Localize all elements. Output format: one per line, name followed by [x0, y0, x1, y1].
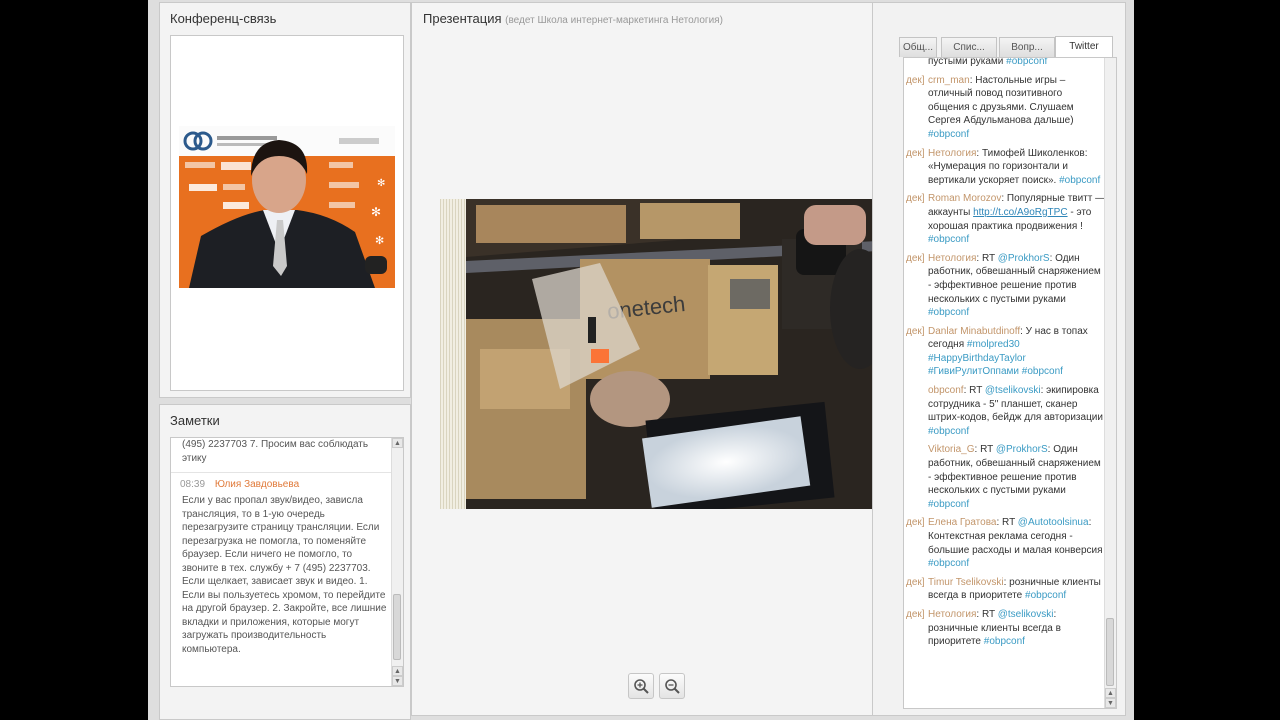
- tweet-author[interactable]: Нетология: [928, 609, 976, 620]
- zoom-out-button[interactable]: [659, 673, 685, 699]
- chat-panel: Общ... Спис... Вопр... Twitter пустыми р…: [872, 2, 1126, 716]
- tweet-text: RT: [1002, 517, 1018, 529]
- tab-twitter[interactable]: Twitter: [1055, 36, 1113, 58]
- tweet-author[interactable]: Timur Tselikovski: [928, 577, 1004, 588]
- tweet-date-fragment: дек]: [906, 325, 925, 337]
- tweet-author[interactable]: obpconf: [928, 385, 964, 396]
- tweet-mention[interactable]: @tselikovski: [998, 609, 1054, 620]
- scroll-up-arrow-icon[interactable]: ▲: [392, 438, 403, 448]
- twitter-feed[interactable]: пустыми руками #obpconf дек] crm_man: Наст…: [903, 57, 1117, 709]
- tweet-author[interactable]: Roman Morozov: [928, 193, 1001, 204]
- tweet-item: дек] Нетология: RT @tselikovski: розничны…: [904, 608, 1106, 649]
- scroll-down-arrow-icon[interactable]: ▼: [392, 676, 403, 686]
- note-entry-text: Если у вас пропал звук/видео, зависла тр…: [182, 495, 387, 655]
- scroll-down-arrow-icon[interactable]: ▼: [1105, 698, 1116, 708]
- tweet-date-fragment: дек]: [906, 252, 925, 264]
- twitter-scroll-thumb[interactable]: [1106, 618, 1114, 686]
- tweet-item: дек] Нетология: RT @ProkhorS: Один работн…: [904, 252, 1106, 320]
- tweet-hashtag[interactable]: #obpconf: [984, 636, 1025, 647]
- tweet-hashtag[interactable]: #obpconf: [1025, 590, 1066, 601]
- tweet-author[interactable]: crm_man: [928, 75, 970, 86]
- tweet-text: RT: [981, 608, 998, 620]
- tweet-item: дек] Timur Tselikovski: розничные клиенты…: [904, 576, 1106, 603]
- tweet-hashtag[interactable]: #obpconf: [928, 558, 969, 569]
- notes-scroll-thumb[interactable]: [393, 594, 401, 660]
- presentation-panel: Презентация (ведет Школа интернет-маркет…: [411, 2, 902, 716]
- tweet-item: дек] Елена Гратова: RT @Autotoolsinua: Ко…: [904, 516, 1106, 570]
- note-divider: [171, 472, 393, 473]
- tweet-item: дек] Danlar Minabutdinoff: У нас в топах …: [904, 325, 1106, 379]
- tweet-item: пустыми руками #obpconf: [904, 57, 1106, 69]
- zoom-in-icon: [634, 679, 649, 694]
- zoom-in-button[interactable]: [628, 673, 654, 699]
- notes-panel: Заметки (495) 2237703 7. Просим вас собл…: [159, 404, 411, 720]
- tweet-author[interactable]: Нетология: [928, 253, 976, 264]
- tweet-date-fragment: дек]: [906, 193, 925, 205]
- tweet-hashtag[interactable]: #obpconf: [928, 129, 969, 140]
- note-entry-header: 08:39 Юлия Завдовьева: [180, 479, 387, 490]
- tweet-mention[interactable]: @Autotoolsinua: [1018, 517, 1089, 528]
- tweet-hashtag[interactable]: #obpconf: [928, 234, 969, 245]
- tweet-author[interactable]: Viktoria_G: [928, 444, 975, 455]
- note-previous-text: (495) 2237703 7. Просим вас соблюдать эт…: [182, 439, 369, 464]
- conference-video-frame: ✻ ✻ ✻: [170, 35, 404, 391]
- notes-title: Заметки: [170, 413, 220, 428]
- tweet-text: пустыми руками: [928, 57, 1007, 67]
- tweet-hashtag[interactable]: #obpconf: [1059, 175, 1100, 186]
- tweet-author[interactable]: Нетология: [928, 148, 976, 159]
- notes-scrollbar[interactable]: ▲ ▲ ▼: [391, 438, 403, 686]
- svg-text:✻: ✻: [375, 235, 384, 247]
- scroll-up-arrow-icon[interactable]: ▲: [392, 666, 403, 676]
- presentation-heading: Презентация (ведет Школа интернет-маркет…: [423, 11, 723, 26]
- twitter-scrollbar[interactable]: ▲ ▼: [1104, 58, 1116, 708]
- tweet-mention[interactable]: @ProkhorS: [998, 253, 1050, 264]
- tweet-mention[interactable]: @ProkhorS: [996, 444, 1048, 455]
- svg-text:✻: ✻: [371, 205, 381, 219]
- tweet-text: RT: [980, 444, 996, 456]
- tweet-hashtag[interactable]: #obpconf: [928, 307, 969, 318]
- tweet-date-fragment: дек]: [906, 517, 925, 529]
- note-author: Юлия Завдовьева: [214, 479, 300, 490]
- tweet-list: пустыми руками #obpconf дек] crm_man: Наст…: [904, 57, 1106, 654]
- tweet-item: Viktoria_G: RT @ProkhorS: Один работник,…: [904, 443, 1106, 511]
- tweet-link[interactable]: http://t.co/A9oRgTPC: [973, 207, 1068, 218]
- presentation-slide[interactable]: onetech: [440, 199, 878, 509]
- zoom-out-icon: [665, 679, 680, 694]
- conference-panel: Конференц-связь ✻ ✻ ✻: [159, 2, 411, 398]
- tweet-text: RT: [969, 385, 985, 397]
- tweet-hashtag[interactable]: #obpconf: [928, 426, 969, 437]
- webcam-video[interactable]: ✻ ✻ ✻: [179, 126, 395, 288]
- presentation-subtitle: (ведет Школа интернет-маркетинга Нетолог…: [505, 15, 723, 26]
- tweet-item: дек] Roman Morozov: Популярные твитт — ак…: [904, 192, 1106, 246]
- notes-list[interactable]: (495) 2237703 7. Просим вас соблюдать эт…: [170, 437, 404, 687]
- tab-general[interactable]: Общ...: [899, 37, 937, 57]
- tab-list[interactable]: Спис...: [941, 37, 997, 57]
- tweet-mention[interactable]: @tselikovski: [985, 385, 1041, 396]
- tweet-hashtag[interactable]: #obpconf: [928, 499, 969, 510]
- tweet-date-fragment: дек]: [906, 147, 925, 159]
- tweet-text: RT: [981, 252, 998, 264]
- tweet-date-fragment: дек]: [906, 74, 925, 86]
- tweet-date-fragment: дек]: [906, 576, 925, 588]
- tweet-author[interactable]: Елена Гратова: [928, 517, 996, 528]
- tweet-item: obpconf: RT @tselikovski: экипировка сот…: [904, 384, 1106, 438]
- scroll-up-arrow-icon[interactable]: ▲: [1105, 688, 1116, 698]
- tweet-date-fragment: дек]: [906, 608, 925, 620]
- tweet-hashtag[interactable]: #obpconf: [1006, 58, 1047, 67]
- tab-questions[interactable]: Вопр...: [999, 37, 1055, 57]
- note-time: 08:39: [180, 479, 206, 490]
- tweet-item: дек] crm_man: Настольные игры – отличный …: [904, 74, 1106, 142]
- presentation-title: Презентация: [423, 11, 502, 26]
- conference-title: Конференц-связь: [170, 11, 277, 26]
- tweet-author[interactable]: Danlar Minabutdinoff: [928, 326, 1020, 337]
- svg-text:✻: ✻: [377, 178, 385, 189]
- tweet-item: дек] Нетология: Тимофей Шиколенков: «Нуме…: [904, 147, 1106, 188]
